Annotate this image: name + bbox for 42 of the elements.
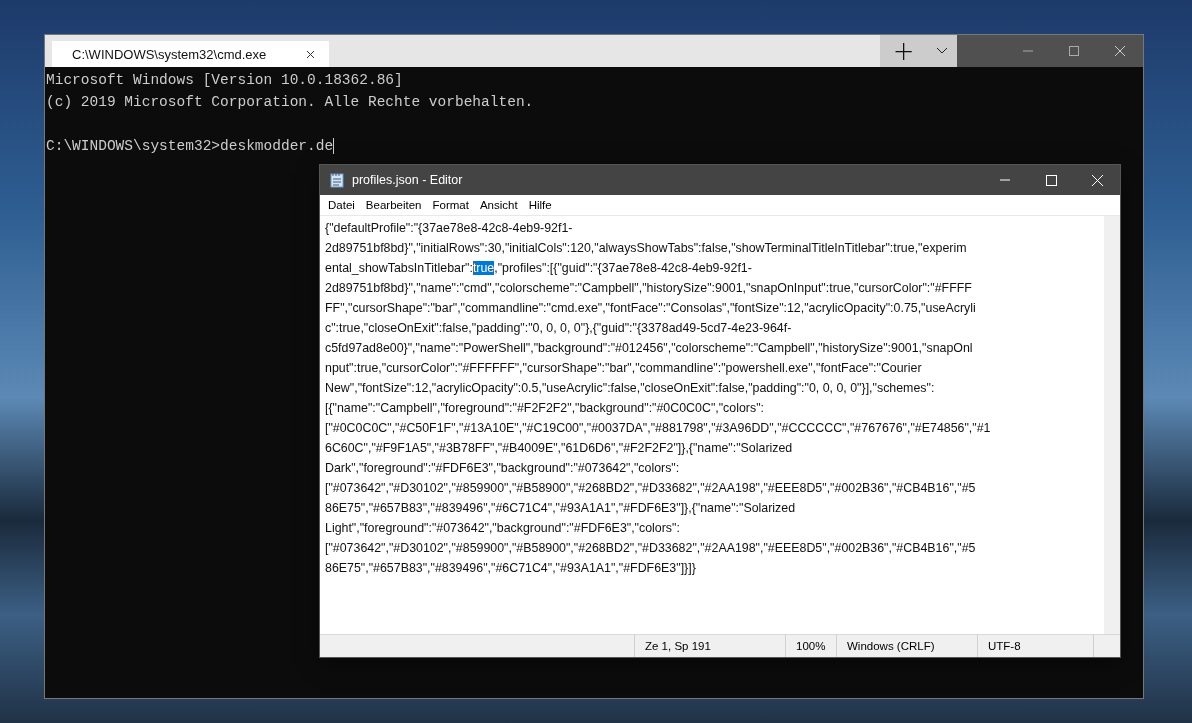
terminal-tab[interactable]: C:\WINDOWS\system32\cmd.exe	[52, 41, 330, 67]
text-line: 2d89751bf8bd}","initialRows":30,"initialCols":120,"alwaysShowTabs":false,"showTerminalTitleInTitlebar":true,"experim	[325, 240, 968, 257]
text-line: ["#073642","#D30102","#859900","#B58900","#268BD2","#D33682","#2AA198","#EEE8D5","#002B36","#CB4B16","#5	[325, 480, 977, 497]
menu-item[interactable]: Datei	[322, 199, 360, 211]
command-prompt: C:\WINDOWS\system32>deskmodder.de	[46, 138, 334, 154]
status-item: UTF-8	[977, 635, 1093, 657]
text-line: c5fd97ad8e00}","name":"PowerShell","background":"#012456","colorscheme":"Campbell","historySize":9001,"snapOnl	[325, 340, 974, 357]
text-line: 86E75","#657B83","#839496","#6C71C4","#93A1A1","#FDF6E3"]}]}	[325, 560, 697, 577]
chevron-down-icon[interactable]	[936, 47, 949, 55]
status-item: 100%	[785, 635, 836, 657]
text-line: 6C60C","#F9F1A5","#3B78FF","#B4009E","61D6D6","#F2F2F2"]},{"name":"Solarized	[325, 440, 794, 457]
maximize-icon	[1045, 174, 1057, 186]
terminal-line: (c) 2019 Microsoft Corporation. Alle Rechte vorbehalten.	[46, 93, 535, 112]
text-line: Light","foreground":"#073642","background":"#FDF6E3","colors":	[325, 520, 681, 537]
menu-item[interactable]: Hilfe	[522, 199, 557, 211]
selected-text: true	[472, 261, 495, 275]
text-span: ental_showTabsInTitlebar":	[325, 261, 473, 275]
menu-item[interactable]: Ansicht	[473, 199, 523, 211]
text-span: ,"profiles":[{"guid":"{37ae78e8-42c8-4eb9-92f1-	[494, 261, 752, 275]
text-cursor	[333, 138, 335, 155]
text-line: {"defaultProfile":"{37ae78e8-42c8-4eb9-92f1-	[325, 220, 574, 237]
menu-item[interactable]: Format	[426, 199, 474, 211]
text-line: ["#073642","#D30102","#859900","#B58900","#268BD2","#D33682","#2AA198","#EEE8D5","#002B36","#CB4B16","#5	[325, 540, 977, 557]
text-line: FF","cursorShape":"bar","commandline":"cmd.exe","fontFace":"Consolas","fontSize":12,"acrylicOpacity":0.75,"useAcryli	[325, 300, 977, 317]
text-line: New","fontSize":12,"acrylicOpacity":0.5,"useAcrylic":false,"closeOnExit":false,"padding":"0, 0, 0, 0"}],"schemes":	[325, 380, 936, 397]
status-item: Ze 1, Sp 191	[634, 635, 785, 657]
window-title: profiles.json - Editor	[352, 173, 464, 187]
text-line: 2d89751bf8bd}","name":"cmd","colorscheme":"Campbell","historySize":9001,"snapOnInput":true,"cursorColor":"#FFFF	[325, 280, 973, 297]
close-icon	[1091, 174, 1103, 186]
status-item: Windows (CRLF)	[836, 635, 977, 657]
text-line: 86E75","#657B83","#839496","#6C71C4","#93A1A1","#FDF6E3"]},{"name":"Solarized	[325, 500, 797, 517]
terminal-line: Microsoft Windows [Version 10.0.18362.86]	[46, 71, 404, 90]
close-icon	[1115, 46, 1125, 56]
text-line: [{"name":"Campbell","foreground":"#F2F2F2","background":"#0C0C0C","colors":	[325, 400, 765, 417]
text-line: c":true,"closeOnExit":false,"padding":"0, 0, 0, 0"},{"guid":"{3378ad49-5cd7-4e23-964f-	[325, 320, 793, 337]
text-line: Dark","foreground":"#FDF6E3","background":"#073642","colors":	[325, 460, 681, 477]
notepad-icon	[330, 172, 344, 188]
menu-item[interactable]: Bearbeiten	[359, 199, 427, 211]
text-line: nput":true,"cursorColor":"#FFFFFF","cursorShape":"bar","commandline":"powershell.exe","fontFace":"Courier	[325, 360, 923, 377]
text-line: ["#0C0C0C","#C50F1F","#13A10E","#C19C00","#0037DA","#881798","#3A96DD","#CCCCCC","#767676","#E74856","#1	[325, 420, 992, 437]
maximize-icon	[1069, 46, 1079, 56]
scrollbar[interactable]	[1104, 216, 1120, 634]
